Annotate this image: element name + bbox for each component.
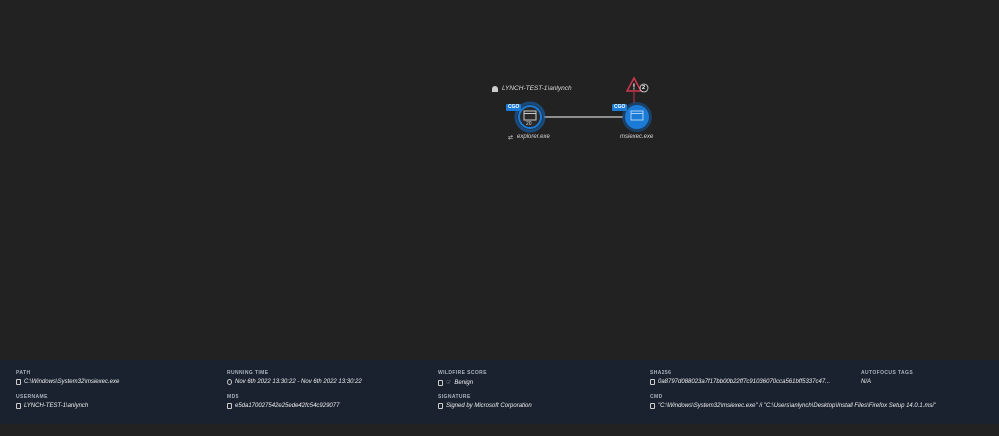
cgo-badge: CGO (612, 104, 628, 111)
copy-icon[interactable] (650, 379, 655, 385)
user-icon (492, 85, 498, 92)
msiexec-label: msiexec.exe (620, 134, 654, 140)
swap-icon: ⇄ (508, 135, 514, 141)
causality-graph[interactable]: ! 2 LYNCH-TEST-1\anlynch CGO CGO 20 ⇄ ex… (0, 0, 999, 360)
user-label: LYNCH-TEST-1\anlynch (492, 85, 572, 92)
explorer-label: ⇄ explorer.exe (508, 134, 550, 141)
username-field: USERNAME LYNCH-TEST-1\anlynch (16, 394, 89, 409)
wildfire-field: WILDFIRE SCORE ☞ Benign (438, 370, 487, 386)
sha256-field: SHA256 0a8797d088023a7f17bb00b22ff7c9103… (650, 370, 831, 385)
wildfire-icon: ☞ (446, 380, 452, 386)
path-field: PATH C:\Windows\System32\msiexec.exe (16, 370, 120, 385)
copy-icon[interactable] (227, 403, 232, 409)
signature-field: SIGNATURE Signed by Microsoft Corporatio… (438, 394, 532, 409)
child-count: 20 (526, 121, 532, 127)
copy-icon[interactable] (16, 403, 21, 409)
copy-icon[interactable] (438, 403, 443, 409)
alert-count: 2 (642, 84, 646, 91)
copy-icon[interactable] (650, 403, 655, 409)
autofocus-field: AUTOFOCUS TAGS N/A (861, 370, 914, 385)
md5-field: MD5 e5da170027542e25ede42fc54c929077 (227, 394, 340, 409)
copy-icon[interactable] (438, 379, 443, 386)
clock-icon (227, 379, 232, 385)
svg-text:!: ! (633, 83, 636, 92)
copy-icon[interactable] (16, 379, 21, 385)
running-time-field: RUNNING TIME Nov 6th 2022 13:30:22 - Nov… (227, 370, 362, 385)
cgo-badge: CGO (506, 104, 522, 111)
process-details-panel: PATH C:\Windows\System32\msiexec.exe USE… (0, 360, 999, 424)
cmd-field: CMD "C:\Windows\System32\msiexec.exe" /i… (650, 394, 936, 409)
